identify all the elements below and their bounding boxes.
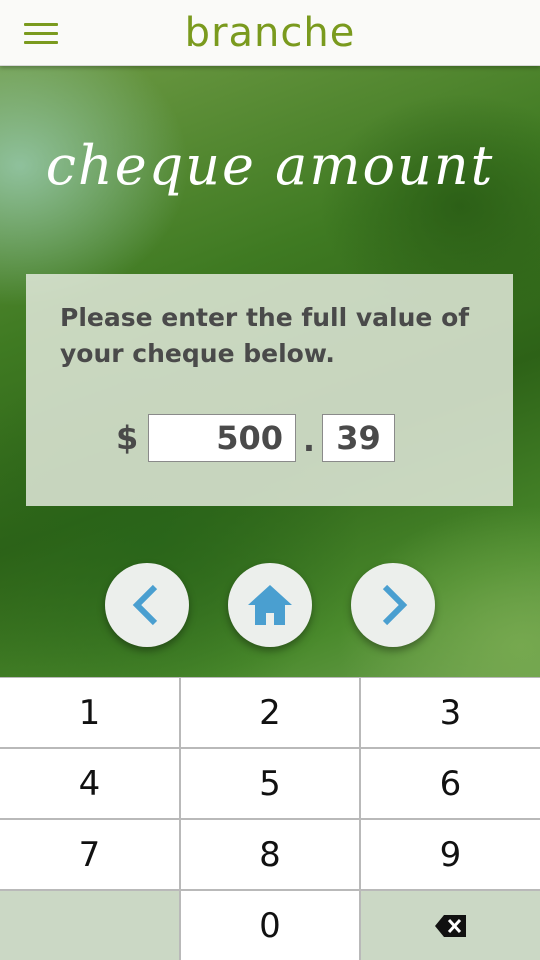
next-button[interactable] — [351, 563, 435, 647]
key-6[interactable]: 6 — [361, 749, 540, 818]
hamburger-menu-icon — [24, 22, 58, 26]
key-3[interactable]: 3 — [361, 678, 540, 747]
app-header: branche — [0, 0, 540, 66]
menu-button[interactable] — [18, 16, 64, 50]
hero-area: cheque amount Please enter the full valu… — [0, 66, 540, 677]
amount-panel: Please enter the full value of your cheq… — [26, 274, 513, 506]
decimal-separator: . — [302, 421, 316, 459]
currency-symbol: $ — [116, 419, 139, 457]
home-icon — [248, 585, 292, 625]
dollars-field[interactable]: 500 — [148, 414, 296, 462]
brand-logo: branche — [184, 10, 356, 56]
key-1[interactable]: 1 — [0, 678, 179, 747]
key-5[interactable]: 5 — [181, 749, 359, 818]
numeric-keypad: 1 2 3 4 5 6 7 8 9 0 — [0, 677, 540, 960]
back-button[interactable] — [105, 563, 189, 647]
key-blank — [0, 891, 179, 960]
key-2[interactable]: 2 — [181, 678, 359, 747]
hamburger-menu-icon-bar — [24, 40, 58, 44]
key-4[interactable]: 4 — [0, 749, 179, 818]
backspace-icon — [434, 914, 466, 937]
home-button[interactable] — [228, 563, 312, 647]
page-title: cheque amount — [45, 134, 495, 197]
chevron-right-icon — [382, 584, 408, 626]
cents-field[interactable]: 39 — [322, 414, 395, 462]
key-0[interactable]: 0 — [181, 891, 359, 960]
key-7[interactable]: 7 — [0, 820, 179, 889]
chevron-left-icon — [132, 584, 158, 626]
key-9[interactable]: 9 — [361, 820, 540, 889]
backspace-key[interactable] — [361, 891, 540, 960]
hamburger-menu-icon-bar — [24, 31, 58, 35]
amount-row: $ 500 . 39 — [116, 414, 395, 462]
key-8[interactable]: 8 — [181, 820, 359, 889]
instructions-text: Please enter the full value of your cheq… — [60, 303, 470, 368]
